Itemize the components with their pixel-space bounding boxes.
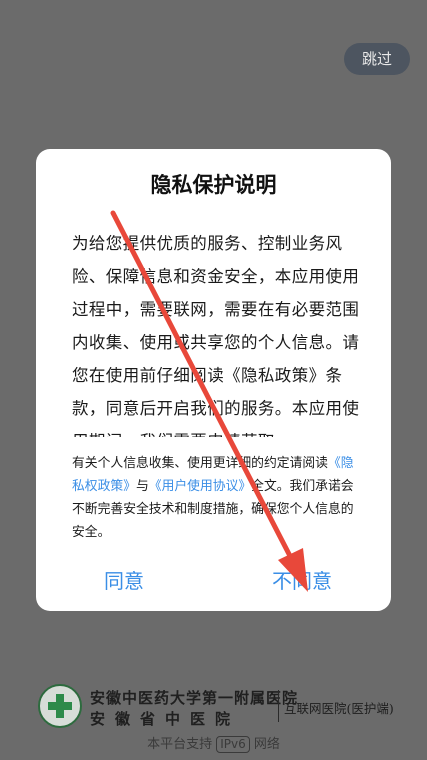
agree-button[interactable]: 同意 bbox=[104, 565, 144, 594]
hospital-name-line1: 安徽中医药大学第一附属医院 bbox=[90, 689, 299, 707]
hospital-name-line2: 安徽省中医院 bbox=[90, 710, 241, 728]
policy-body-text[interactable]: 为给您提供优质的服务、控制业务风险、保障信息和资金安全，本应用使用过程中，需要联… bbox=[72, 227, 361, 437]
ipv6-suffix: 网络 bbox=[253, 737, 280, 752]
footer-divider bbox=[278, 690, 279, 722]
dialog-title: 隐私保护说明 bbox=[150, 173, 277, 197]
skip-button[interactable]: 跳过 bbox=[344, 43, 410, 75]
disagree-button[interactable]: 不同意 bbox=[272, 565, 332, 594]
privacy-dialog: 隐私保护说明 为给您提供优质的服务、控制业务风险、保障信息和资金安全，本应用使用… bbox=[36, 149, 391, 611]
platform-name: 互联网医院(医护端) bbox=[284, 701, 394, 716]
user-agreement-link[interactable]: 《用户使用协议》 bbox=[149, 479, 251, 494]
ipv6-support-line: 本平台支持 IPv6 网络 bbox=[0, 733, 427, 753]
ipv6-badge: IPv6 bbox=[216, 736, 250, 753]
notice-and: 与 bbox=[135, 479, 149, 494]
notice-prefix: 有关个人信息收集、使用更详细的约定请阅读 bbox=[72, 456, 328, 471]
policy-notice: 有关个人信息收集、使用更详细的约定请阅读《隐私权政策》与《用户使用协议》全文。我… bbox=[72, 452, 363, 544]
hospital-logo bbox=[38, 684, 82, 728]
ipv6-prefix: 本平台支持 bbox=[147, 737, 213, 752]
